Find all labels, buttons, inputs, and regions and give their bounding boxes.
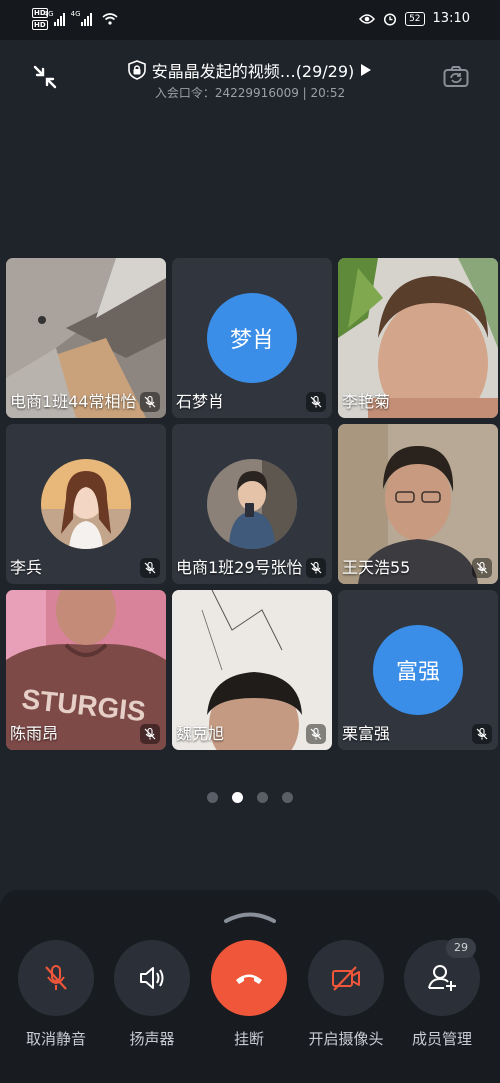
initials-avatar: 富强 xyxy=(373,625,463,715)
member-add-icon xyxy=(428,965,456,991)
meeting-title: 安晶晶发起的视频…(29/29) xyxy=(151,62,355,81)
speaker-label: 扬声器 xyxy=(129,1030,175,1048)
participant-tile[interactable]: 李艳菊 xyxy=(338,258,498,418)
status-right: 52 13:10 xyxy=(359,11,470,26)
participant-name: 电商1班29号张怡 xyxy=(176,558,303,577)
camera-button[interactable] xyxy=(308,940,384,1016)
meeting-code: 入会口令：24229916009 | 20:52 xyxy=(154,86,346,100)
hangup-control[interactable]: 挂断 xyxy=(211,940,287,1049)
mic-muted-icon xyxy=(472,558,492,578)
unmute-label: 取消静音 xyxy=(25,1030,86,1048)
mic-muted-icon xyxy=(306,724,326,744)
participant-name: 栗富强 xyxy=(342,724,391,743)
participant-tile[interactable]: 梦肖 石梦肖 xyxy=(172,258,332,418)
members-control[interactable]: 29 成员管理 xyxy=(404,938,480,1049)
camera-control[interactable]: 开启摄像头 xyxy=(308,940,384,1049)
page-dot[interactable] xyxy=(257,792,268,803)
signal-icon: 4G xyxy=(44,10,65,26)
profile-photo xyxy=(207,459,297,549)
unmute-button[interactable] xyxy=(18,940,94,1016)
participant-tile[interactable]: 电商1班29号张怡 xyxy=(172,424,332,584)
participant-tile[interactable]: 李兵 xyxy=(6,424,166,584)
mic-muted-icon xyxy=(140,392,160,412)
alarm-icon xyxy=(384,12,397,26)
signal-icon-2: 4G xyxy=(71,10,92,26)
play-arrow-icon xyxy=(361,64,372,76)
unmute-control[interactable]: 取消静音 xyxy=(18,940,94,1049)
mic-off-icon xyxy=(45,965,67,990)
participant-name: 陈雨昂 xyxy=(10,724,59,743)
participant-name: 魏克旭 xyxy=(176,724,225,743)
participant-tile[interactable]: 魏克旭 xyxy=(172,590,332,750)
participant-tile[interactable]: 王天浩55 xyxy=(338,424,498,584)
clock: 13:10 xyxy=(432,11,470,26)
participant-name: 王天浩55 xyxy=(342,558,411,577)
page-dot-active[interactable] xyxy=(232,792,243,803)
page-indicator[interactable] xyxy=(0,792,500,803)
profile-photo xyxy=(41,459,131,549)
wifi-icon xyxy=(102,13,118,25)
speaker-control[interactable]: 扬声器 xyxy=(114,940,190,1049)
mic-muted-icon xyxy=(140,724,160,744)
hangup-icon xyxy=(236,974,262,984)
participant-tile[interactable]: STURGIS 陈雨昂 xyxy=(6,590,166,750)
mic-muted-icon xyxy=(472,724,492,744)
participant-tile[interactable]: 富强 栗富强 xyxy=(338,590,498,750)
participant-name: 电商1班44常相怡 xyxy=(10,392,137,411)
mic-muted-icon xyxy=(306,392,326,412)
speaker-icon xyxy=(140,967,164,989)
members-label: 成员管理 xyxy=(411,1030,472,1048)
meeting-title-row[interactable]: 安晶晶发起的视频…(29/29) xyxy=(0,58,500,82)
status-left: HD HD 4G 4G xyxy=(32,8,118,30)
eye-icon xyxy=(359,13,376,24)
lock-shield-icon xyxy=(127,60,146,80)
page-dot[interactable] xyxy=(207,792,218,803)
participant-name: 李艳菊 xyxy=(342,392,391,411)
hangup-button[interactable] xyxy=(211,940,287,1016)
switch-camera-icon[interactable] xyxy=(443,66,469,88)
mic-muted-icon xyxy=(140,558,160,578)
battery-indicator: 52 xyxy=(405,11,425,26)
expand-handle-icon[interactable] xyxy=(222,910,278,924)
hangup-label: 挂断 xyxy=(233,1030,264,1048)
members-button[interactable]: 29 xyxy=(404,938,480,1016)
speaker-button[interactable] xyxy=(114,940,190,1016)
participant-tile[interactable]: 电商1班44常相怡 xyxy=(6,258,166,418)
camera-off-icon xyxy=(332,966,360,991)
status-bar: HD HD 4G 4G 52 13:10 xyxy=(0,0,500,40)
initials-avatar: 梦肖 xyxy=(207,293,297,383)
member-count-badge: 29 xyxy=(446,938,476,958)
participant-name: 李兵 xyxy=(10,558,43,577)
mic-muted-icon xyxy=(306,558,326,578)
camera-label: 开启摄像头 xyxy=(308,1030,384,1048)
participant-name: 石梦肖 xyxy=(176,392,225,411)
page-dot[interactable] xyxy=(282,792,293,803)
